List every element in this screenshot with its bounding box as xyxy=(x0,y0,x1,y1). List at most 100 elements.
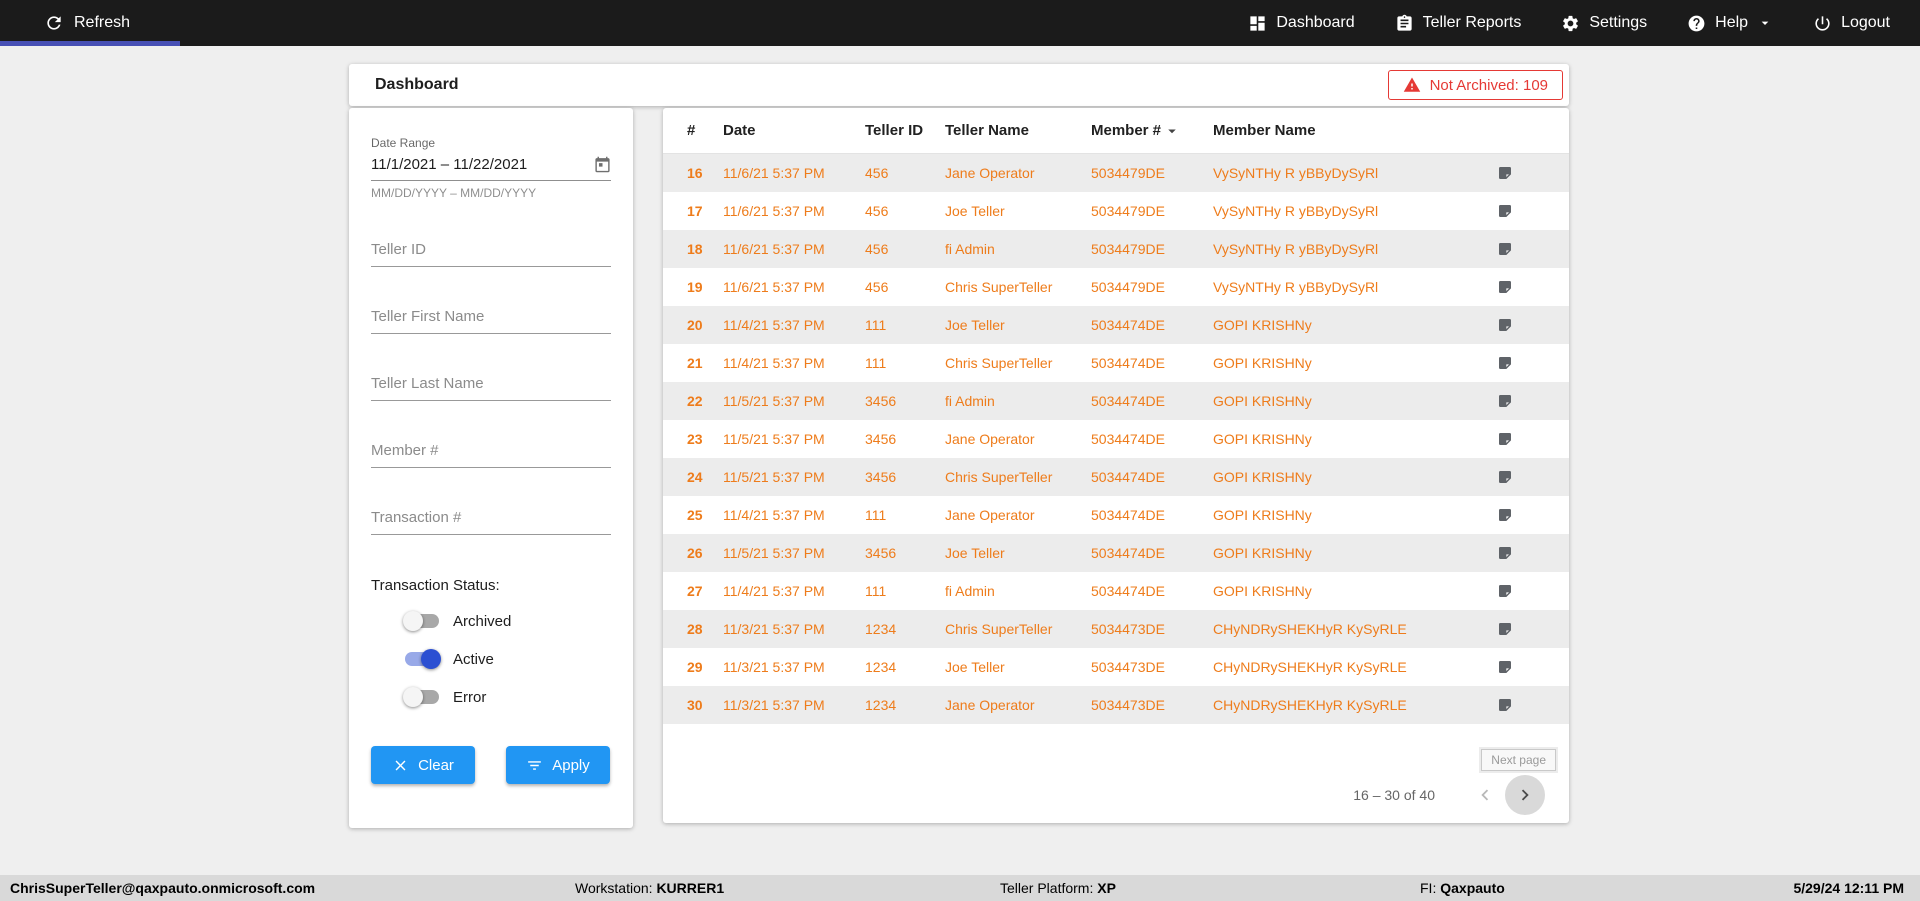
active-toggle[interactable] xyxy=(405,649,441,669)
note-icon[interactable] xyxy=(1497,697,1513,713)
table-row[interactable]: 24 11/5/21 5:37 PM 3456 Chris SuperTelle… xyxy=(663,458,1569,496)
table-row[interactable]: 22 11/5/21 5:37 PM 3456 fi Admin 5034474… xyxy=(663,382,1569,420)
nav-item-settings[interactable]: Settings xyxy=(1561,14,1647,33)
teller-last-name-input[interactable] xyxy=(371,371,611,401)
row-number: 22 xyxy=(687,393,703,409)
table-row[interactable]: 21 11/4/21 5:37 PM 111 Chris SuperTeller… xyxy=(663,344,1569,382)
row-date: 11/3/21 5:37 PM xyxy=(723,697,825,713)
note-icon[interactable] xyxy=(1497,317,1513,333)
refresh-button[interactable]: Refresh xyxy=(0,0,130,46)
clear-button[interactable]: Clear xyxy=(371,746,475,784)
row-member-name: CHyNDRySHEKHyR KySyRLE xyxy=(1213,659,1407,675)
filter-panel: Date Range 11/1/2021 – 11/22/2021 MM/DD/… xyxy=(349,108,633,828)
table-row[interactable]: 17 11/6/21 5:37 PM 456 Joe Teller 503447… xyxy=(663,192,1569,230)
member-number-input[interactable] xyxy=(371,438,611,468)
clear-button-label: Clear xyxy=(418,756,454,774)
nav-label: Logout xyxy=(1841,14,1890,31)
toggle-row-error: Error xyxy=(371,686,611,708)
row-member-number: 5034474DE xyxy=(1091,355,1165,371)
table-row[interactable]: 27 11/4/21 5:37 PM 111 fi Admin 5034474D… xyxy=(663,572,1569,610)
row-teller-id: 3456 xyxy=(865,545,897,561)
note-icon[interactable] xyxy=(1497,279,1513,295)
note-icon[interactable] xyxy=(1497,507,1513,523)
row-member-number: 5034474DE xyxy=(1091,431,1165,447)
fi-label: FI: xyxy=(1420,880,1437,896)
nav-item-help[interactable]: Help xyxy=(1687,14,1773,33)
note-icon[interactable] xyxy=(1497,583,1513,599)
note-icon[interactable] xyxy=(1497,469,1513,485)
teller-first-name-field xyxy=(371,304,611,334)
note-icon[interactable] xyxy=(1497,393,1513,409)
table-row[interactable]: 29 11/3/21 5:37 PM 1234 Joe Teller 50344… xyxy=(663,648,1569,686)
row-teller-name: Chris SuperTeller xyxy=(945,355,1053,371)
row-teller-id: 1234 xyxy=(865,697,897,713)
settings-gear-icon xyxy=(1563,15,1579,31)
date-range-input[interactable]: 11/1/2021 – 11/22/2021 xyxy=(371,150,611,181)
table-row[interactable]: 19 11/6/21 5:37 PM 456 Chris SuperTeller… xyxy=(663,268,1569,306)
table-body: 16 11/6/21 5:37 PM 456 Jane Operator 503… xyxy=(663,154,1569,724)
archived-toggle[interactable] xyxy=(403,611,439,631)
teller-first-name-input[interactable] xyxy=(371,304,611,334)
row-number: 18 xyxy=(687,241,703,257)
table-row[interactable]: 25 11/4/21 5:37 PM 111 Jane Operator 503… xyxy=(663,496,1569,534)
column-header-member-number-label: Member # xyxy=(1091,122,1162,139)
nav-item-logout[interactable]: Logout xyxy=(1813,14,1890,33)
row-teller-name: Jane Operator xyxy=(945,431,1035,447)
table-row[interactable]: 26 11/5/21 5:37 PM 3456 Joe Teller 50344… xyxy=(663,534,1569,572)
note-icon[interactable] xyxy=(1497,165,1513,181)
row-member-name: VySyNTHy R yBByDySyRl xyxy=(1213,279,1379,295)
not-archived-label: Not Archived: 109 xyxy=(1429,76,1548,94)
previous-page-button[interactable] xyxy=(1465,775,1505,815)
table-row[interactable]: 18 11/6/21 5:37 PM 456 fi Admin 5034479D… xyxy=(663,230,1569,268)
date-range-field: Date Range 11/1/2021 – 11/22/2021 MM/DD/… xyxy=(371,136,611,200)
row-number: 16 xyxy=(687,165,703,181)
teller-id-input[interactable] xyxy=(371,237,611,267)
row-date: 11/5/21 5:37 PM xyxy=(723,393,825,409)
note-icon[interactable] xyxy=(1497,621,1513,637)
row-number: 30 xyxy=(687,697,703,713)
toggle-row-archived: Archived xyxy=(371,610,611,632)
next-page-tooltip: Next page xyxy=(1481,749,1556,771)
row-teller-name: Joe Teller xyxy=(945,317,1005,333)
note-icon[interactable] xyxy=(1497,241,1513,257)
calendar-icon[interactable] xyxy=(594,156,611,173)
nav-item-dashboard[interactable]: Dashboard xyxy=(1248,14,1355,33)
row-date: 11/4/21 5:37 PM xyxy=(723,355,825,371)
row-teller-id: 456 xyxy=(865,279,889,295)
archived-toggle-label: Archived xyxy=(453,612,512,630)
table-row[interactable]: 23 11/5/21 5:37 PM 3456 Jane Operator 50… xyxy=(663,420,1569,458)
row-number: 21 xyxy=(687,355,703,371)
note-icon[interactable] xyxy=(1497,355,1513,371)
table-row[interactable]: 20 11/4/21 5:37 PM 111 Joe Teller 503447… xyxy=(663,306,1569,344)
row-teller-name: Joe Teller xyxy=(945,545,1005,561)
row-date: 11/3/21 5:37 PM xyxy=(723,659,825,675)
note-icon[interactable] xyxy=(1497,545,1513,561)
note-icon[interactable] xyxy=(1497,203,1513,219)
column-header-date: Date xyxy=(723,122,756,139)
row-date: 11/3/21 5:37 PM xyxy=(723,621,825,637)
note-icon[interactable] xyxy=(1497,431,1513,447)
teller-reports-icon xyxy=(1397,14,1412,31)
not-archived-badge[interactable]: Not Archived: 109 xyxy=(1387,70,1563,100)
note-icon[interactable] xyxy=(1497,659,1513,675)
member-number-field xyxy=(371,438,611,468)
next-page-button[interactable] xyxy=(1505,775,1545,815)
table-row[interactable]: 30 11/3/21 5:37 PM 1234 Jane Operator 50… xyxy=(663,686,1569,724)
row-number: 20 xyxy=(687,317,703,333)
column-header-member-number[interactable]: Member # xyxy=(1091,122,1213,140)
row-teller-name: fi Admin xyxy=(945,583,995,599)
nav-item-teller-reports[interactable]: Teller Reports xyxy=(1395,14,1521,33)
row-member-name: GOPI KRISHNy xyxy=(1213,583,1312,599)
row-teller-id: 3456 xyxy=(865,469,897,485)
row-member-number: 5034473DE xyxy=(1091,659,1165,675)
error-toggle[interactable] xyxy=(403,687,439,707)
table-row[interactable]: 16 11/6/21 5:37 PM 456 Jane Operator 503… xyxy=(663,154,1569,192)
row-teller-name: Chris SuperTeller xyxy=(945,621,1053,637)
transaction-number-input[interactable] xyxy=(371,505,611,535)
current-datetime: 5/29/24 12:11 PM xyxy=(1793,880,1904,896)
apply-button[interactable]: Apply xyxy=(506,746,610,784)
row-member-name: VySyNTHy R yBByDySyRl xyxy=(1213,241,1379,257)
row-teller-name: Joe Teller xyxy=(945,203,1005,219)
fi-value: Qaxpauto xyxy=(1440,880,1505,896)
table-row[interactable]: 28 11/3/21 5:37 PM 1234 Chris SuperTelle… xyxy=(663,610,1569,648)
